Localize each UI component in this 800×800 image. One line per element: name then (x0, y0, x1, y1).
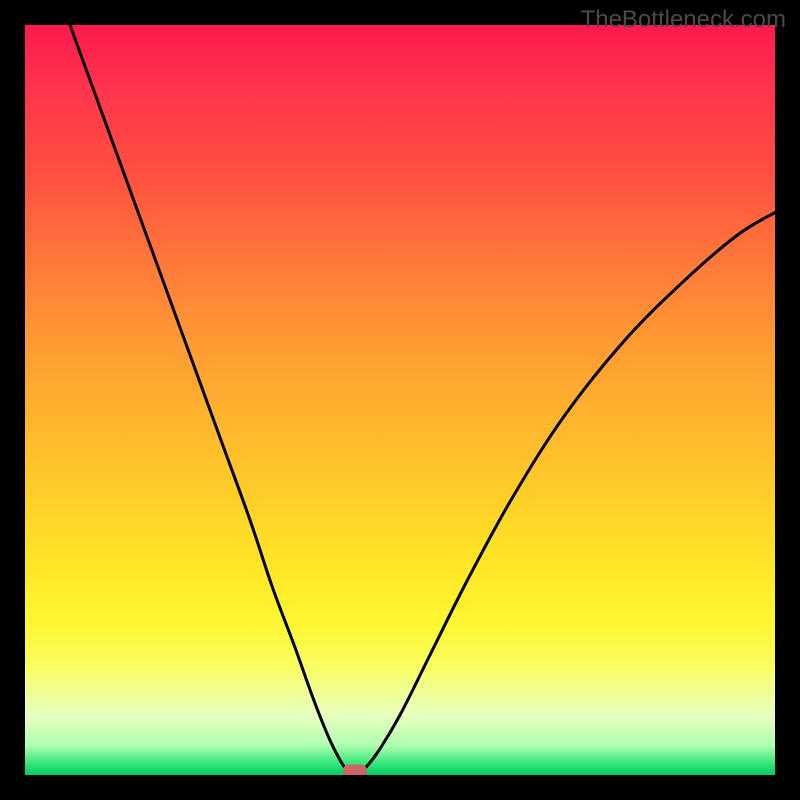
minimum-marker (343, 765, 367, 776)
plot-area (25, 25, 775, 775)
curve-right-branch (363, 213, 776, 772)
chart-frame: TheBottleneck.com (0, 0, 800, 800)
watermark-text: TheBottleneck.com (581, 6, 786, 34)
curve-left-branch (70, 25, 348, 771)
curve-svg (25, 25, 775, 775)
